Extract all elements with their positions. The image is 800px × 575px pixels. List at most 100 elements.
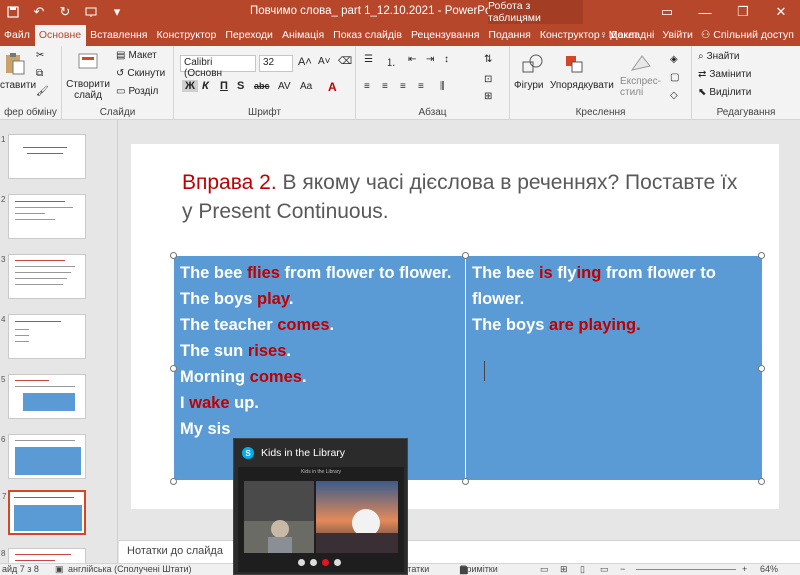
slideshow-icon[interactable]: ▭ [600,564,609,575]
resize-handle[interactable] [758,478,765,485]
resize-handle[interactable] [462,252,469,259]
copy-icon[interactable]: ⧉ [36,68,43,79]
language-indicator[interactable]: англійська (Сполучені Штати) [68,564,192,574]
tab-home[interactable]: Основне [34,25,87,46]
slide-editor[interactable]: Вправа 2. В якому часі дієслова в реченн… [119,120,800,540]
font-size-combo[interactable]: 32 [259,55,293,72]
shapes-button[interactable]: Фігури [514,80,544,91]
layout-button[interactable]: ▤ Макет [116,50,157,61]
bullets-icon[interactable]: ☰ [364,54,373,65]
line-spacing-icon[interactable]: ↕ [444,54,449,65]
new-slide-button[interactable]: Створити слайд [66,79,110,101]
increase-indent-icon[interactable]: ⇥ [426,54,434,65]
slide-thumbnail[interactable]: 3 [1,254,86,299]
tab-design[interactable]: Конструктор [152,24,221,46]
more-icon[interactable] [334,559,341,566]
underline-button[interactable]: П [220,80,228,92]
shrink-font-icon[interactable]: A˅ [318,56,331,67]
video-tile[interactable] [316,481,398,553]
bold-button[interactable]: Ж [182,80,198,92]
quick-styles-icon[interactable] [628,52,654,76]
zoom-slider[interactable] [636,569,736,570]
arrange-button[interactable]: Упорядкувати [550,80,614,91]
minimize-icon[interactable]: — [686,0,724,24]
shape-fill-icon[interactable]: ◈ [670,54,678,65]
slide[interactable]: Вправа 2. В якому часі дієслова в реченн… [131,144,779,509]
align-left-icon[interactable]: ≡ [364,81,370,92]
select-button[interactable]: ⬉ Виділити [698,87,751,98]
tab-file[interactable]: Файл [0,24,35,46]
tab-transitions[interactable]: Переходи [221,24,278,46]
italic-button[interactable]: К [202,80,209,92]
justify-icon[interactable]: ≡ [418,81,424,92]
char-spacing-icon[interactable]: AV [278,81,291,92]
end-call-icon[interactable] [322,559,329,566]
tab-table-design[interactable]: Конструктор [536,24,605,46]
close-icon[interactable]: ✕ [762,0,800,24]
resize-handle[interactable] [170,252,177,259]
slide-thumbnails-pane[interactable]: 1 2 3 4 5 6 7 8 [0,120,118,575]
text-direction-icon[interactable]: ⇅ [484,54,492,65]
paste-icon[interactable] [2,52,28,76]
tab-animations[interactable]: Анімація [278,24,329,46]
cut-icon[interactable]: ✂ [36,50,44,61]
font-color-icon[interactable]: A [328,80,337,94]
resize-handle[interactable] [758,365,765,372]
mic-icon[interactable] [298,559,305,566]
columns-icon[interactable]: ⫼ [440,81,445,92]
save-icon[interactable] [0,0,26,24]
strikethrough-button[interactable]: abc [254,81,270,91]
section-button[interactable]: ▭ Розділ [116,86,158,97]
skype-video-area[interactable]: Kids in the Library [238,467,404,572]
share-button[interactable]: ⚇ Спільний доступ [701,24,794,46]
zoom-in-icon[interactable]: + [742,564,747,574]
slide-thumbnail-selected[interactable]: 7 [2,490,86,535]
video-tile[interactable] [244,481,314,553]
tell-me[interactable]: ♀ Докладні [600,24,655,46]
present-from-start-icon[interactable] [78,0,104,24]
resize-handle[interactable] [170,478,177,485]
slide-sorter-icon[interactable]: ⊞ [560,564,568,575]
reset-button[interactable]: ↺ Скинути [116,68,165,79]
tab-insert[interactable]: Вставлення [86,24,152,46]
tab-review[interactable]: Рецензування [407,24,484,46]
slide-thumbnail[interactable]: 5 [1,374,86,419]
restore-icon[interactable]: ❐ [724,0,762,24]
change-case-icon[interactable]: Aa [300,81,312,92]
decrease-indent-icon[interactable]: ⇤ [408,54,416,65]
shapes-icon[interactable] [520,52,546,76]
redo-icon[interactable]: ↻ [52,0,78,24]
normal-view-icon[interactable]: ▭ [540,564,549,575]
tab-slideshow[interactable]: Показ слайдів [329,24,407,46]
align-text-icon[interactable]: ⊡ [484,74,492,85]
notes-pane[interactable]: Нотатки до слайда [119,540,800,563]
shape-outline-icon[interactable]: ▢ [670,72,679,83]
zoom-out-icon[interactable]: − [620,564,625,574]
slide-thumbnail[interactable]: 2 [1,194,86,239]
clear-format-icon[interactable]: ⌫ [338,56,352,67]
font-name-combo[interactable]: Calibri (Основн [180,55,256,79]
new-slide-icon[interactable] [76,51,102,75]
slide-thumbnail[interactable]: 4 [1,314,86,359]
skype-call-window[interactable]: S Kids in the Library Kids in the Librar… [233,438,408,575]
slide-thumbnail[interactable]: 1 [1,134,86,179]
slide-heading[interactable]: Вправа 2. В якому часі дієслова в реченн… [182,168,742,226]
format-painter-icon[interactable]: 🖌 [36,86,49,97]
slide-thumbnail[interactable]: 6 [1,434,86,479]
resize-handle[interactable] [462,478,469,485]
replace-button[interactable]: ⇄ Замінити [698,69,751,80]
smartart-icon[interactable]: ⊞ [484,91,492,102]
customize-qat-icon[interactable]: ▾ [104,0,130,24]
grow-font-icon[interactable]: A˄ [298,56,312,68]
sign-in-link[interactable]: Увійти [662,24,693,46]
resize-handle[interactable] [170,365,177,372]
align-center-icon[interactable]: ≡ [382,81,388,92]
quick-styles-button[interactable]: Експрес-стилі [620,76,664,98]
align-right-icon[interactable]: ≡ [400,81,406,92]
resize-handle[interactable] [758,252,765,259]
paste-button[interactable]: ставити [0,80,36,91]
arrange-icon[interactable] [562,52,588,76]
tab-view[interactable]: Подання [484,24,535,46]
ribbon-display-options-icon[interactable]: ▭ [648,0,686,24]
shadow-button[interactable]: S [237,80,244,92]
